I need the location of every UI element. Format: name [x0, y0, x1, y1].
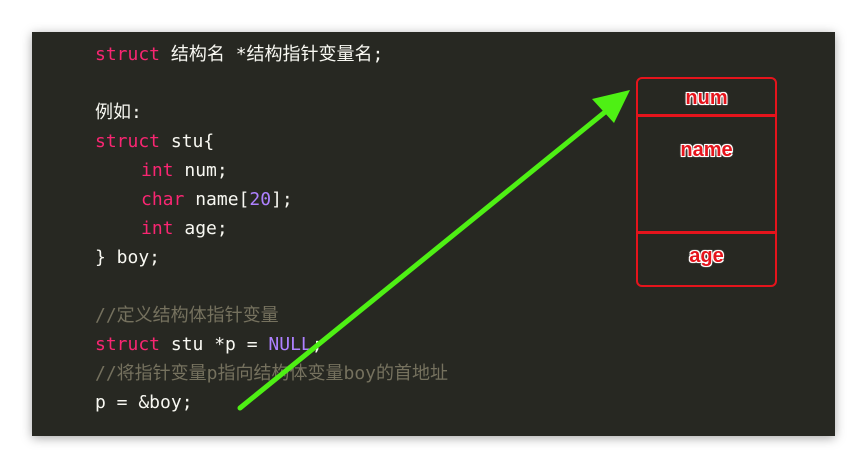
arrow-shaft	[237, 105, 613, 411]
code-panel: struct 结构名 *结构指针变量名; 例如: struct stu{ int…	[32, 32, 835, 436]
pointer-arrow	[237, 90, 630, 411]
